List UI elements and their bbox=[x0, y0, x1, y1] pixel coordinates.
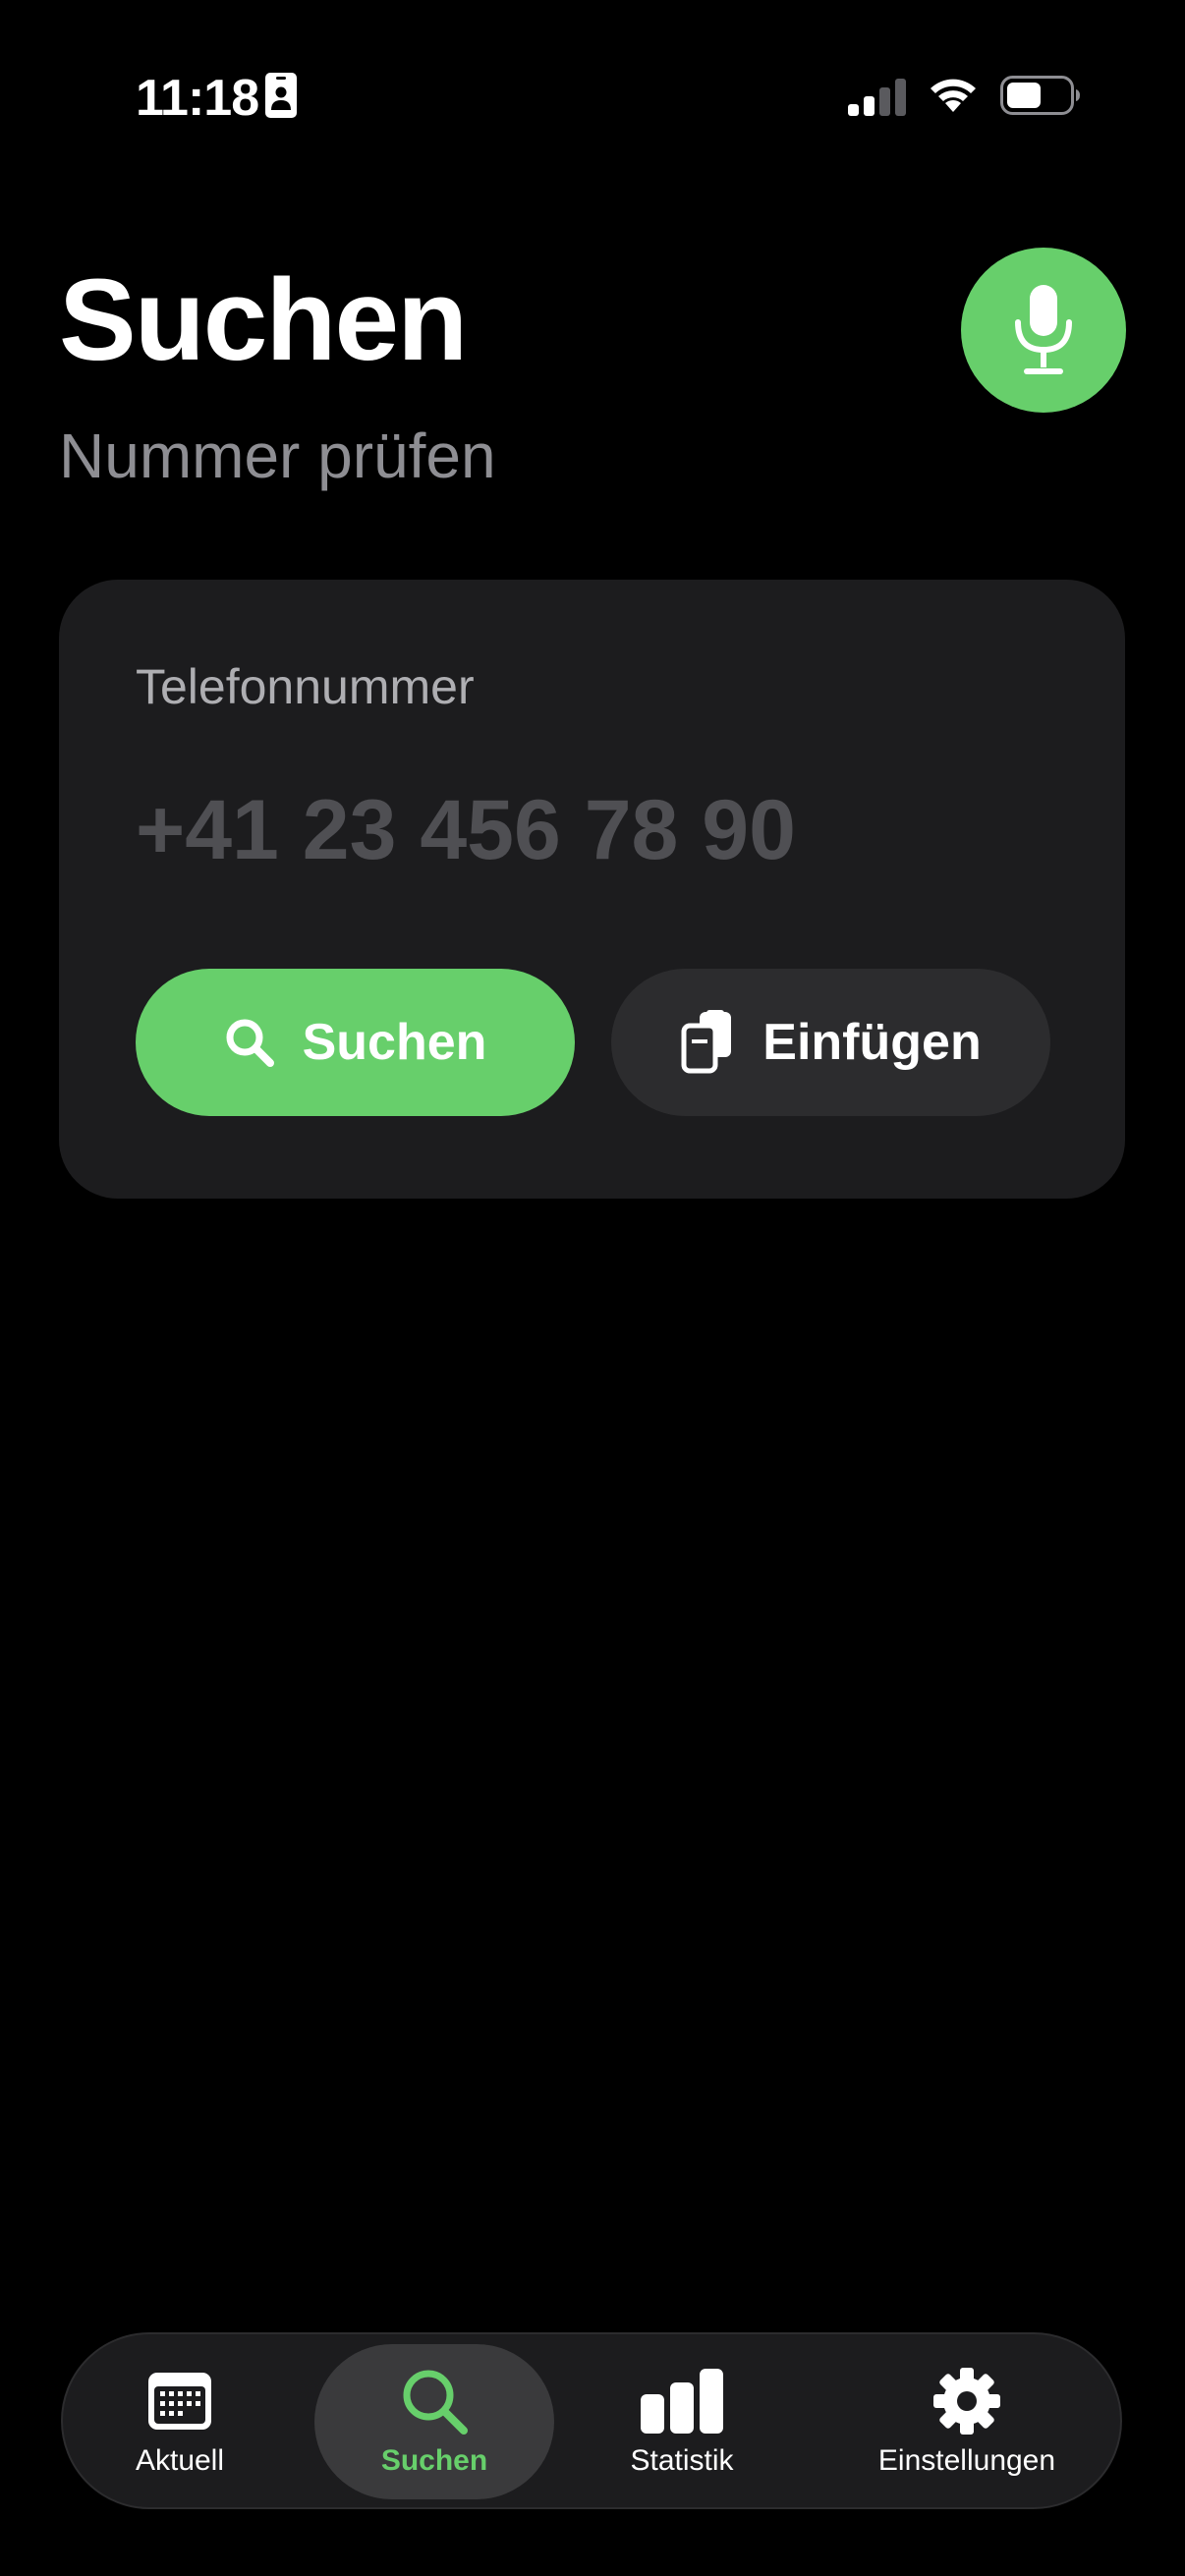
page-title: Suchen bbox=[59, 255, 468, 385]
search-button-label: Suchen bbox=[302, 1014, 487, 1071]
search-icon bbox=[403, 2370, 468, 2435]
tab-label: Aktuell bbox=[135, 2444, 225, 2477]
tab-label: Einstellungen bbox=[877, 2444, 1056, 2477]
search-card: Telefonnummer Suchen Einfügen bbox=[59, 580, 1125, 1199]
paste-button-label: Einfügen bbox=[762, 1014, 982, 1071]
microphone-icon bbox=[1015, 285, 1072, 374]
tab-bar: Aktuell Suchen Statistik Einstellungen bbox=[61, 2332, 1122, 2509]
page-subtitle: Nummer prüfen bbox=[59, 420, 496, 491]
search-button[interactable]: Suchen bbox=[136, 969, 575, 1116]
calendar-icon bbox=[148, 2373, 211, 2430]
bar-chart-icon bbox=[641, 2369, 723, 2434]
tab-label: Statistik bbox=[630, 2444, 734, 2477]
clipboard-icon bbox=[681, 1010, 732, 1074]
voice-search-button[interactable] bbox=[961, 248, 1126, 413]
phone-field-label: Telefonnummer bbox=[136, 659, 475, 714]
status-time: 11:18 bbox=[136, 70, 259, 127]
tab-statistik[interactable]: Statistik bbox=[584, 2344, 780, 2499]
wifi-icon bbox=[931, 79, 976, 112]
cellular-signal-icon bbox=[848, 79, 906, 116]
gear-icon bbox=[933, 2368, 1000, 2435]
phone-number-input[interactable] bbox=[136, 776, 1020, 884]
battery-icon bbox=[1000, 76, 1080, 115]
id-card-icon bbox=[265, 73, 297, 118]
search-icon bbox=[226, 1019, 274, 1067]
tab-aktuell[interactable]: Aktuell bbox=[92, 2344, 267, 2499]
tab-label: Suchen bbox=[380, 2444, 488, 2477]
status-bar: 11:18 bbox=[0, 0, 1185, 187]
tab-einstellungen[interactable]: Einstellungen bbox=[839, 2344, 1095, 2499]
tab-suchen[interactable]: Suchen bbox=[314, 2344, 554, 2499]
paste-button[interactable]: Einfügen bbox=[611, 969, 1050, 1116]
